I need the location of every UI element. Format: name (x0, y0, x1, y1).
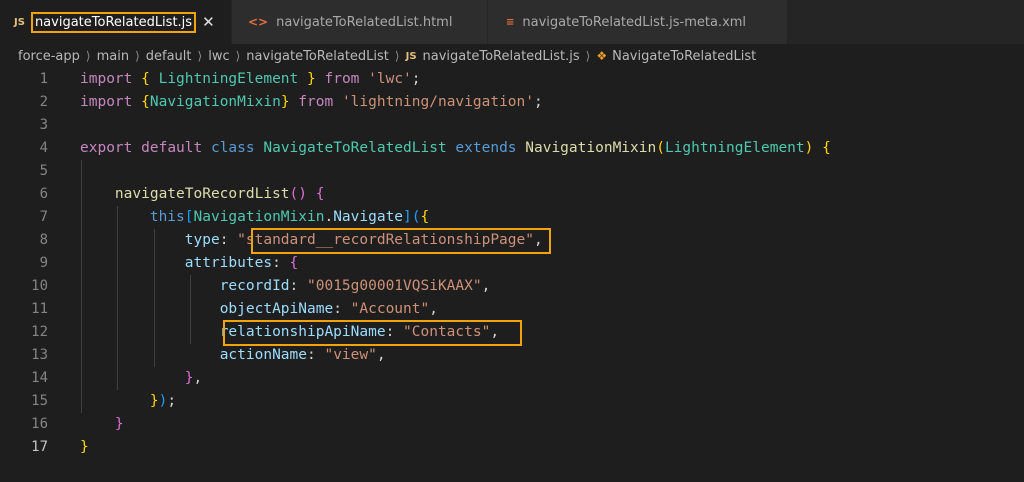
line-number: 5 (39, 163, 48, 179)
editor-tab-bar: JS navigateToRelatedList.js ✕ <> navigat… (0, 0, 1024, 44)
tab-navigate-html[interactable]: <> navigateToRelatedList.html (232, 0, 488, 44)
line-number-current: 17 (31, 439, 48, 455)
javascript-file-icon: JS (405, 50, 417, 62)
code-line: import {NavigationMixin} from 'lightning… (80, 94, 543, 110)
line-number: 4 (39, 140, 48, 156)
code-line: }, (184, 370, 203, 386)
code-line: navigateToRecordList() { (114, 186, 325, 202)
line-number: 7 (39, 209, 48, 225)
code-editor[interactable]: 1 2 3 4 5 6 7 8 9 10 11 12 13 14 15 16 1… (0, 68, 1024, 482)
tab-title: navigateToRelatedList.js (30, 11, 197, 33)
line-number: 15 (31, 393, 48, 409)
line-number: 14 (31, 370, 48, 386)
line-number: 3 (39, 117, 48, 133)
tab-navigate-meta-xml[interactable]: ≡ navigateToRelatedList.js-meta.xml (488, 0, 788, 44)
rss-file-icon: ≡ (506, 16, 515, 28)
code-line: export default class NavigateToRelatedLi… (80, 140, 831, 156)
line-number: 10 (31, 278, 48, 294)
code-lines: import { LightningElement } from 'lwc'; … (80, 68, 831, 459)
code-line: objectApiName: "Account", (219, 301, 438, 317)
class-symbol-icon: ❖ (596, 49, 608, 63)
breadcrumb-symbol[interactable]: ❖ NavigateToRelatedList (596, 49, 756, 64)
line-number: 1 (39, 71, 48, 87)
breadcrumb: force-app ⟩ main ⟩ default ⟩ lwc ⟩ navig… (0, 44, 1024, 68)
code-line: } (114, 416, 124, 432)
line-number-gutter: 1 2 3 4 5 6 7 8 9 10 11 12 13 14 15 16 1… (0, 68, 52, 459)
javascript-file-icon: JS (14, 16, 25, 28)
chevron-right-icon: ⟩ (85, 49, 91, 63)
breadcrumb-file[interactable]: JS navigateToRelatedList.js (406, 49, 580, 64)
breadcrumb-item[interactable]: default (146, 49, 192, 64)
code-line: actionName: "view", (219, 347, 386, 363)
code-line: recordId: "0015g00001VQSiKAAX", (219, 278, 491, 294)
line-number: 16 (31, 416, 48, 432)
line-number: 8 (39, 232, 48, 248)
breadcrumb-file-label: navigateToRelatedList.js (422, 48, 580, 64)
breadcrumb-item[interactable]: navigateToRelatedList (246, 49, 389, 64)
code-line: import { LightningElement } from 'lwc'; (80, 71, 421, 87)
code-line: type: "standard__recordRelationshipPage"… (184, 232, 543, 248)
code-line: this[NavigationMixin.Navigate]({ (149, 209, 430, 225)
tab-title: navigateToRelatedList.html (276, 14, 453, 30)
breadcrumb-item[interactable]: force-app (18, 49, 80, 64)
chevron-right-icon: ⟩ (135, 49, 140, 63)
line-number: 12 (31, 324, 48, 340)
code-line: relationshipApiName: "Contacts", (219, 324, 500, 340)
chevron-right-icon: ⟩ (585, 49, 591, 63)
line-number: 6 (39, 186, 48, 202)
line-number: 13 (31, 347, 48, 363)
html-file-icon: <> (248, 15, 269, 29)
breadcrumb-symbol-label: NavigateToRelatedList (612, 48, 757, 64)
chevron-right-icon: ⟩ (235, 49, 241, 63)
line-number: 9 (39, 255, 48, 271)
code-line: } (80, 439, 89, 455)
chevron-right-icon: ⟩ (394, 49, 400, 63)
tab-title: navigateToRelatedList.js-meta.xml (522, 14, 747, 30)
code-line: }); (149, 393, 177, 409)
code-line: attributes: { (184, 255, 299, 271)
chevron-right-icon: ⟩ (197, 49, 203, 63)
close-icon[interactable]: ✕ (202, 13, 215, 31)
breadcrumb-item[interactable]: lwc (208, 49, 229, 64)
tab-navigate-js[interactable]: JS navigateToRelatedList.js ✕ (0, 0, 232, 44)
line-number: 2 (39, 94, 48, 110)
line-number: 11 (31, 301, 48, 317)
breadcrumb-item[interactable]: main (97, 49, 129, 64)
